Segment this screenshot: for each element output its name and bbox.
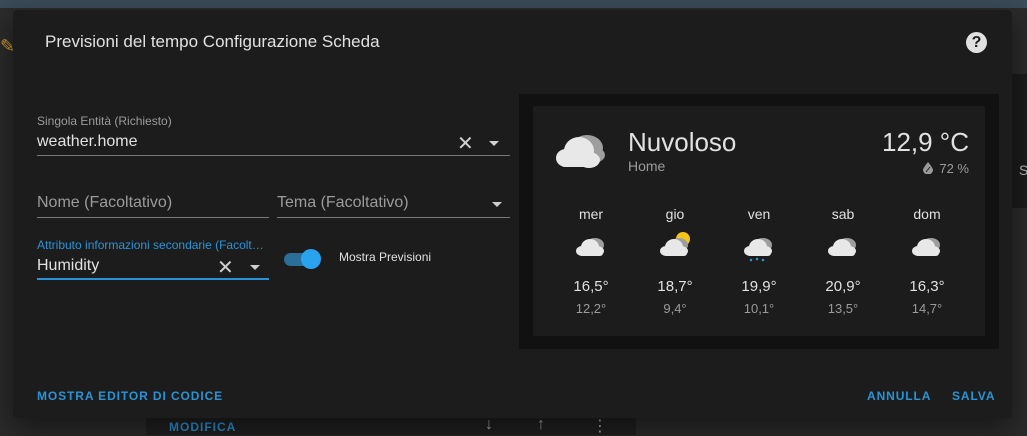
forecast-row: mer 16,5° 12,2° gio 18,7° 9,4° ven 19,9° 10,1° sa… (549, 204, 969, 334)
cloudy-icon (885, 224, 969, 268)
forecast-low: 12,2° (575, 301, 607, 316)
cloudy-icon (556, 135, 605, 168)
forecast-day-name: sab (831, 206, 855, 222)
forecast-low: 10,1° (743, 301, 775, 316)
show-forecast-label: Mostra Previsioni (339, 250, 432, 264)
forecast-day: gio 18,7° 9,4° (633, 204, 717, 316)
help-icon[interactable]: ? (966, 32, 987, 53)
arrow-down-icon[interactable]: ↓ (485, 416, 493, 434)
forecast-day-name: ven (747, 206, 771, 222)
weather-card[interactable]: Nuvoloso Home 12,9 °C 72 % mer 16,5° 12,2°… (533, 106, 985, 336)
forecast-high: 16,3° (909, 278, 945, 295)
field-underline (277, 217, 510, 218)
secondary-info-field[interactable]: Attributo informazioni secondarie (Facol… (37, 238, 269, 280)
forecast-day: sab 20,9° 13,5° (801, 204, 885, 316)
rainy-icon (717, 224, 801, 268)
modify-button[interactable]: MODIFICA (169, 420, 236, 434)
background-toolbar (0, 0, 1027, 8)
card-preview: Nuvoloso Home 12,9 °C 72 % mer 16,5° 12,2°… (519, 94, 999, 349)
entity-label: Singola Entità (Richiesto) (37, 114, 172, 128)
forecast-high: 20,9° (825, 278, 861, 295)
forecast-high: 18,7° (657, 278, 693, 295)
water-percent-icon (923, 162, 934, 174)
name-field[interactable]: Nome (Facoltativo) (37, 182, 269, 218)
humidity-row: 72 % (923, 161, 969, 176)
forecast-day-name: mer (578, 206, 604, 222)
weather-condition: Nuvoloso (628, 127, 737, 157)
background-panel (1011, 74, 1027, 208)
forecast-low: 13,5° (827, 301, 859, 316)
forecast-day: mer 16,5° 12,2° (549, 204, 633, 316)
weather-location: Home (628, 158, 666, 174)
show-forecast-toggle[interactable] (284, 249, 321, 269)
background-text: S (1019, 162, 1027, 178)
forecast-day: ven 19,9° 10,1° (717, 204, 801, 316)
toggle-thumb[interactable] (301, 249, 321, 269)
more-vertical-icon[interactable]: ⋮ (592, 416, 608, 436)
arrow-up-icon[interactable]: ↑ (537, 416, 545, 434)
field-underline (37, 155, 510, 156)
save-button[interactable]: SALVA (952, 389, 995, 403)
forecast-day-name: gio (665, 206, 685, 222)
chevron-down-icon[interactable] (489, 141, 499, 146)
name-placeholder: Nome (Facoltativo) (37, 194, 173, 211)
forecast-low: 14,7° (911, 301, 943, 316)
entity-value[interactable]: weather.home (37, 133, 138, 151)
forecast-day: dom 16,3° 14,7° (885, 204, 969, 316)
field-underline (37, 217, 269, 218)
secondary-info-label: Attributo informazioni secondarie (Facol… (37, 238, 265, 252)
clear-icon[interactable]: ✕ (217, 258, 234, 278)
show-code-editor-button[interactable]: MOSTRA EDITOR DI CODICE (37, 389, 223, 403)
forecast-day-name: dom (913, 206, 941, 222)
partly-cloudy-icon (633, 224, 717, 268)
cancel-button[interactable]: ANNULLA (867, 389, 931, 403)
card-config-dialog: Previsioni del tempo Configurazione Sche… (13, 10, 1012, 418)
forecast-high: 19,9° (741, 278, 777, 295)
chevron-down-icon[interactable] (492, 202, 502, 207)
cloudy-icon (549, 224, 633, 268)
theme-field[interactable]: Tema (Facoltativo) (277, 182, 510, 218)
cloudy-icon (801, 224, 885, 268)
current-temperature: 12,9 °C (881, 127, 969, 157)
theme-placeholder: Tema (Facoltativo) (277, 194, 409, 211)
forecast-high: 16,5° (573, 278, 609, 295)
pencil-icon: ✎ (0, 36, 16, 56)
clear-icon[interactable]: ✕ (457, 134, 474, 154)
forecast-low: 9,4° (663, 301, 687, 316)
chevron-down-icon[interactable] (250, 265, 260, 270)
entity-field[interactable]: Singola Entità (Richiesto) weather.home … (37, 114, 510, 156)
field-underline (37, 278, 269, 280)
secondary-info-value[interactable]: Humidity (37, 257, 99, 275)
humidity-value: 72 % (939, 161, 969, 176)
dialog-title: Previsioni del tempo Configurazione Sche… (45, 32, 380, 51)
